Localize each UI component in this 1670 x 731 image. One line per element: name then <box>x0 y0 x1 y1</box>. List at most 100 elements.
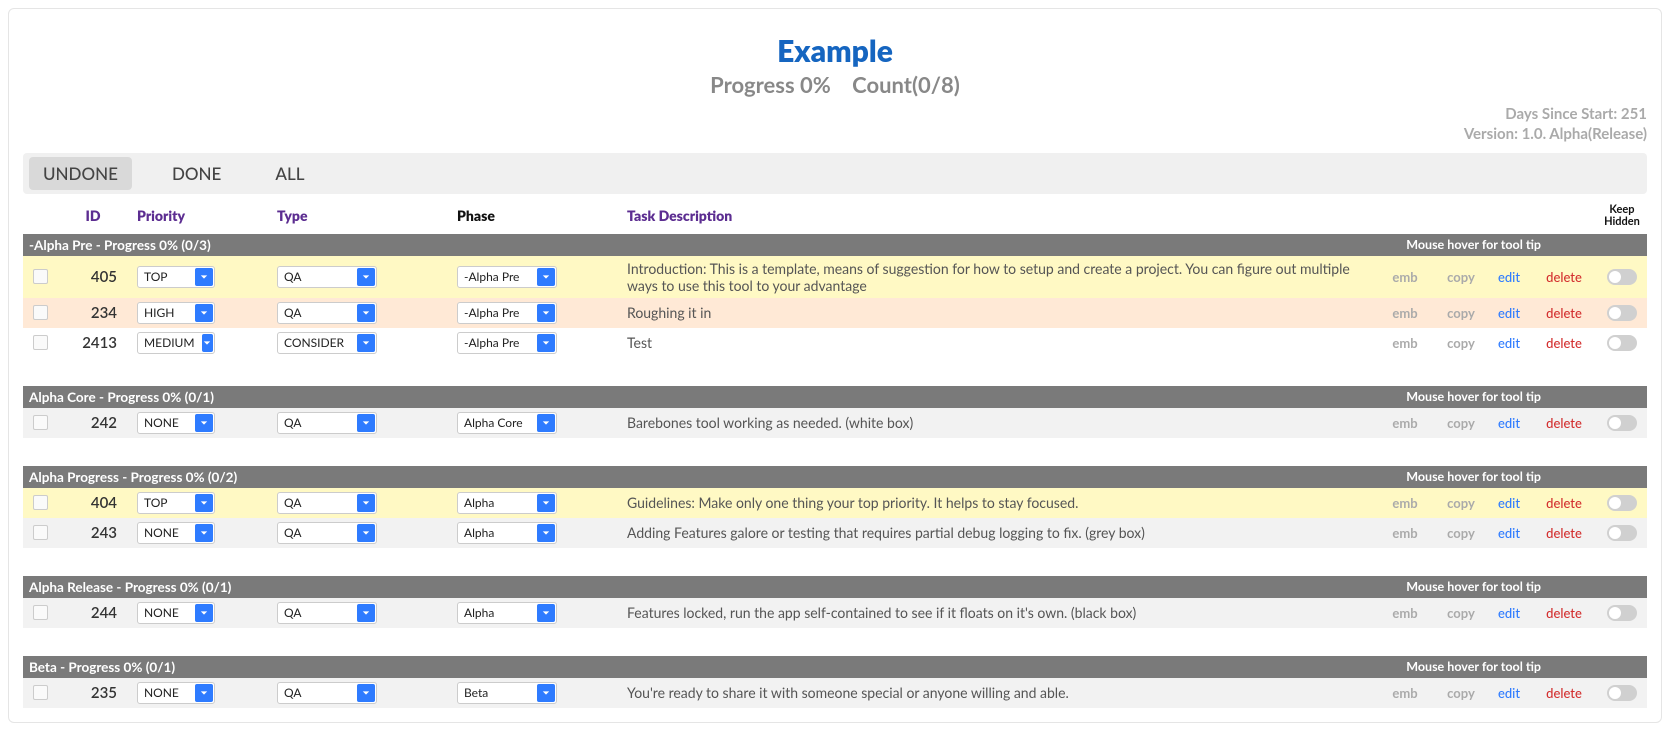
emb-action[interactable]: emb <box>1375 493 1435 513</box>
priority-select[interactable]: TOP <box>137 266 215 288</box>
priority-select-value: HIGH <box>138 303 194 323</box>
phase-select[interactable]: -Alpha Pre <box>457 266 557 288</box>
copy-action[interactable]: copy <box>1435 603 1487 623</box>
type-select-value: QA <box>278 603 356 623</box>
row-checkbox[interactable] <box>33 495 48 510</box>
delete-action[interactable]: delete <box>1531 523 1597 543</box>
row-checkbox[interactable] <box>33 335 48 350</box>
type-select[interactable]: CONSIDER <box>277 332 377 354</box>
delete-action[interactable]: delete <box>1531 683 1597 703</box>
priority-select[interactable]: MEDIUM <box>137 332 215 354</box>
type-select[interactable]: QA <box>277 602 377 624</box>
priority-select[interactable]: NONE <box>137 522 215 544</box>
edit-action[interactable]: edit <box>1487 303 1531 323</box>
type-select[interactable]: QA <box>277 492 377 514</box>
edit-action[interactable]: edit <box>1487 603 1531 623</box>
edit-action[interactable]: edit <box>1487 333 1531 353</box>
type-select-value: CONSIDER <box>278 333 356 353</box>
phase-select[interactable]: Alpha Release <box>457 602 557 624</box>
delete-action[interactable]: delete <box>1531 493 1597 513</box>
delete-action[interactable]: delete <box>1531 333 1597 353</box>
priority-select[interactable]: TOP <box>137 492 215 514</box>
copy-action[interactable]: copy <box>1435 493 1487 513</box>
row-checkbox[interactable] <box>33 269 48 284</box>
tab-all[interactable]: ALL <box>261 157 318 190</box>
tab-done[interactable]: DONE <box>158 157 235 190</box>
task-id: 242 <box>53 412 133 434</box>
phase-select[interactable]: Alpha Progress <box>457 492 557 514</box>
copy-action[interactable]: copy <box>1435 413 1487 433</box>
keep-hidden-toggle[interactable] <box>1607 605 1637 621</box>
priority-select[interactable]: NONE <box>137 602 215 624</box>
type-select[interactable]: QA <box>277 522 377 544</box>
col-type[interactable]: Type <box>273 205 453 226</box>
copy-action[interactable]: copy <box>1435 267 1487 287</box>
task-description: Barebones tool working as needed. (white… <box>623 412 1375 433</box>
edit-action[interactable]: edit <box>1487 493 1531 513</box>
type-select-value: QA <box>278 303 356 323</box>
delete-action[interactable]: delete <box>1531 303 1597 323</box>
priority-select[interactable]: NONE <box>137 412 215 434</box>
row-checkbox[interactable] <box>33 305 48 320</box>
delete-action[interactable]: delete <box>1531 267 1597 287</box>
edit-action[interactable]: edit <box>1487 523 1531 543</box>
emb-action[interactable]: emb <box>1375 303 1435 323</box>
task-row: 404TOPQAAlpha ProgressGuidelines: Make o… <box>23 488 1647 518</box>
emb-action[interactable]: emb <box>1375 267 1435 287</box>
emb-action[interactable]: emb <box>1375 603 1435 623</box>
phase-select[interactable]: Beta <box>457 682 557 704</box>
emb-action[interactable]: emb <box>1375 333 1435 353</box>
delete-action[interactable]: delete <box>1531 413 1597 433</box>
group-header: Alpha Core - Progress 0% (0/1)Mouse hove… <box>23 386 1647 408</box>
phase-select[interactable]: Alpha Core <box>457 412 557 434</box>
task-id: 234 <box>53 302 133 324</box>
col-priority[interactable]: Priority <box>133 205 273 226</box>
row-checkbox[interactable] <box>33 525 48 540</box>
emb-action[interactable]: emb <box>1375 413 1435 433</box>
priority-select[interactable]: NONE <box>137 682 215 704</box>
type-select[interactable]: QA <box>277 412 377 434</box>
keep-hidden-toggle[interactable] <box>1607 269 1637 285</box>
col-id[interactable]: ID <box>53 205 133 226</box>
emb-action[interactable]: emb <box>1375 523 1435 543</box>
keep-hidden-toggle[interactable] <box>1607 525 1637 541</box>
edit-action[interactable]: edit <box>1487 413 1531 433</box>
keep-hidden-toggle[interactable] <box>1607 415 1637 431</box>
type-select-value: QA <box>278 683 356 703</box>
group-header: Alpha Release - Progress 0% (0/1)Mouse h… <box>23 576 1647 598</box>
tab-undone[interactable]: UNDONE <box>29 157 132 190</box>
keep-hidden-toggle[interactable] <box>1607 305 1637 321</box>
copy-action[interactable]: copy <box>1435 303 1487 323</box>
copy-action[interactable]: copy <box>1435 523 1487 543</box>
row-checkbox[interactable] <box>33 415 48 430</box>
phase-select-value: -Alpha Pre <box>458 267 536 287</box>
row-checkbox[interactable] <box>33 605 48 620</box>
col-keep-hidden: Keep Hidden <box>1597 202 1647 230</box>
emb-action[interactable]: emb <box>1375 683 1435 703</box>
phase-select-value: Alpha Progress <box>458 523 536 543</box>
phase-select[interactable]: -Alpha Pre <box>457 302 557 324</box>
col-task[interactable]: Task Description <box>623 205 1375 226</box>
copy-action[interactable]: copy <box>1435 333 1487 353</box>
copy-action[interactable]: copy <box>1435 683 1487 703</box>
keep-hidden-toggle[interactable] <box>1607 335 1637 351</box>
priority-select[interactable]: HIGH <box>137 302 215 324</box>
edit-action[interactable]: edit <box>1487 267 1531 287</box>
priority-select-value: TOP <box>138 493 194 513</box>
chevron-down-icon <box>537 304 555 322</box>
delete-action[interactable]: delete <box>1531 603 1597 623</box>
row-checkbox[interactable] <box>33 685 48 700</box>
column-headers: ID Priority Type Phase Task Description … <box>23 194 1647 234</box>
keep-hidden-toggle[interactable] <box>1607 495 1637 511</box>
type-select[interactable]: QA <box>277 682 377 704</box>
col-phase: Phase <box>453 205 623 226</box>
chevron-down-icon <box>357 684 375 702</box>
keep-hidden-toggle[interactable] <box>1607 685 1637 701</box>
phase-select[interactable]: -Alpha Pre <box>457 332 557 354</box>
phase-select[interactable]: Alpha Progress <box>457 522 557 544</box>
type-select[interactable]: QA <box>277 266 377 288</box>
days-since-start: Days Since Start: 251 <box>23 104 1647 124</box>
edit-action[interactable]: edit <box>1487 683 1531 703</box>
page-subtitle: Progress 0% Count(0/8) <box>23 71 1647 98</box>
type-select[interactable]: QA <box>277 302 377 324</box>
